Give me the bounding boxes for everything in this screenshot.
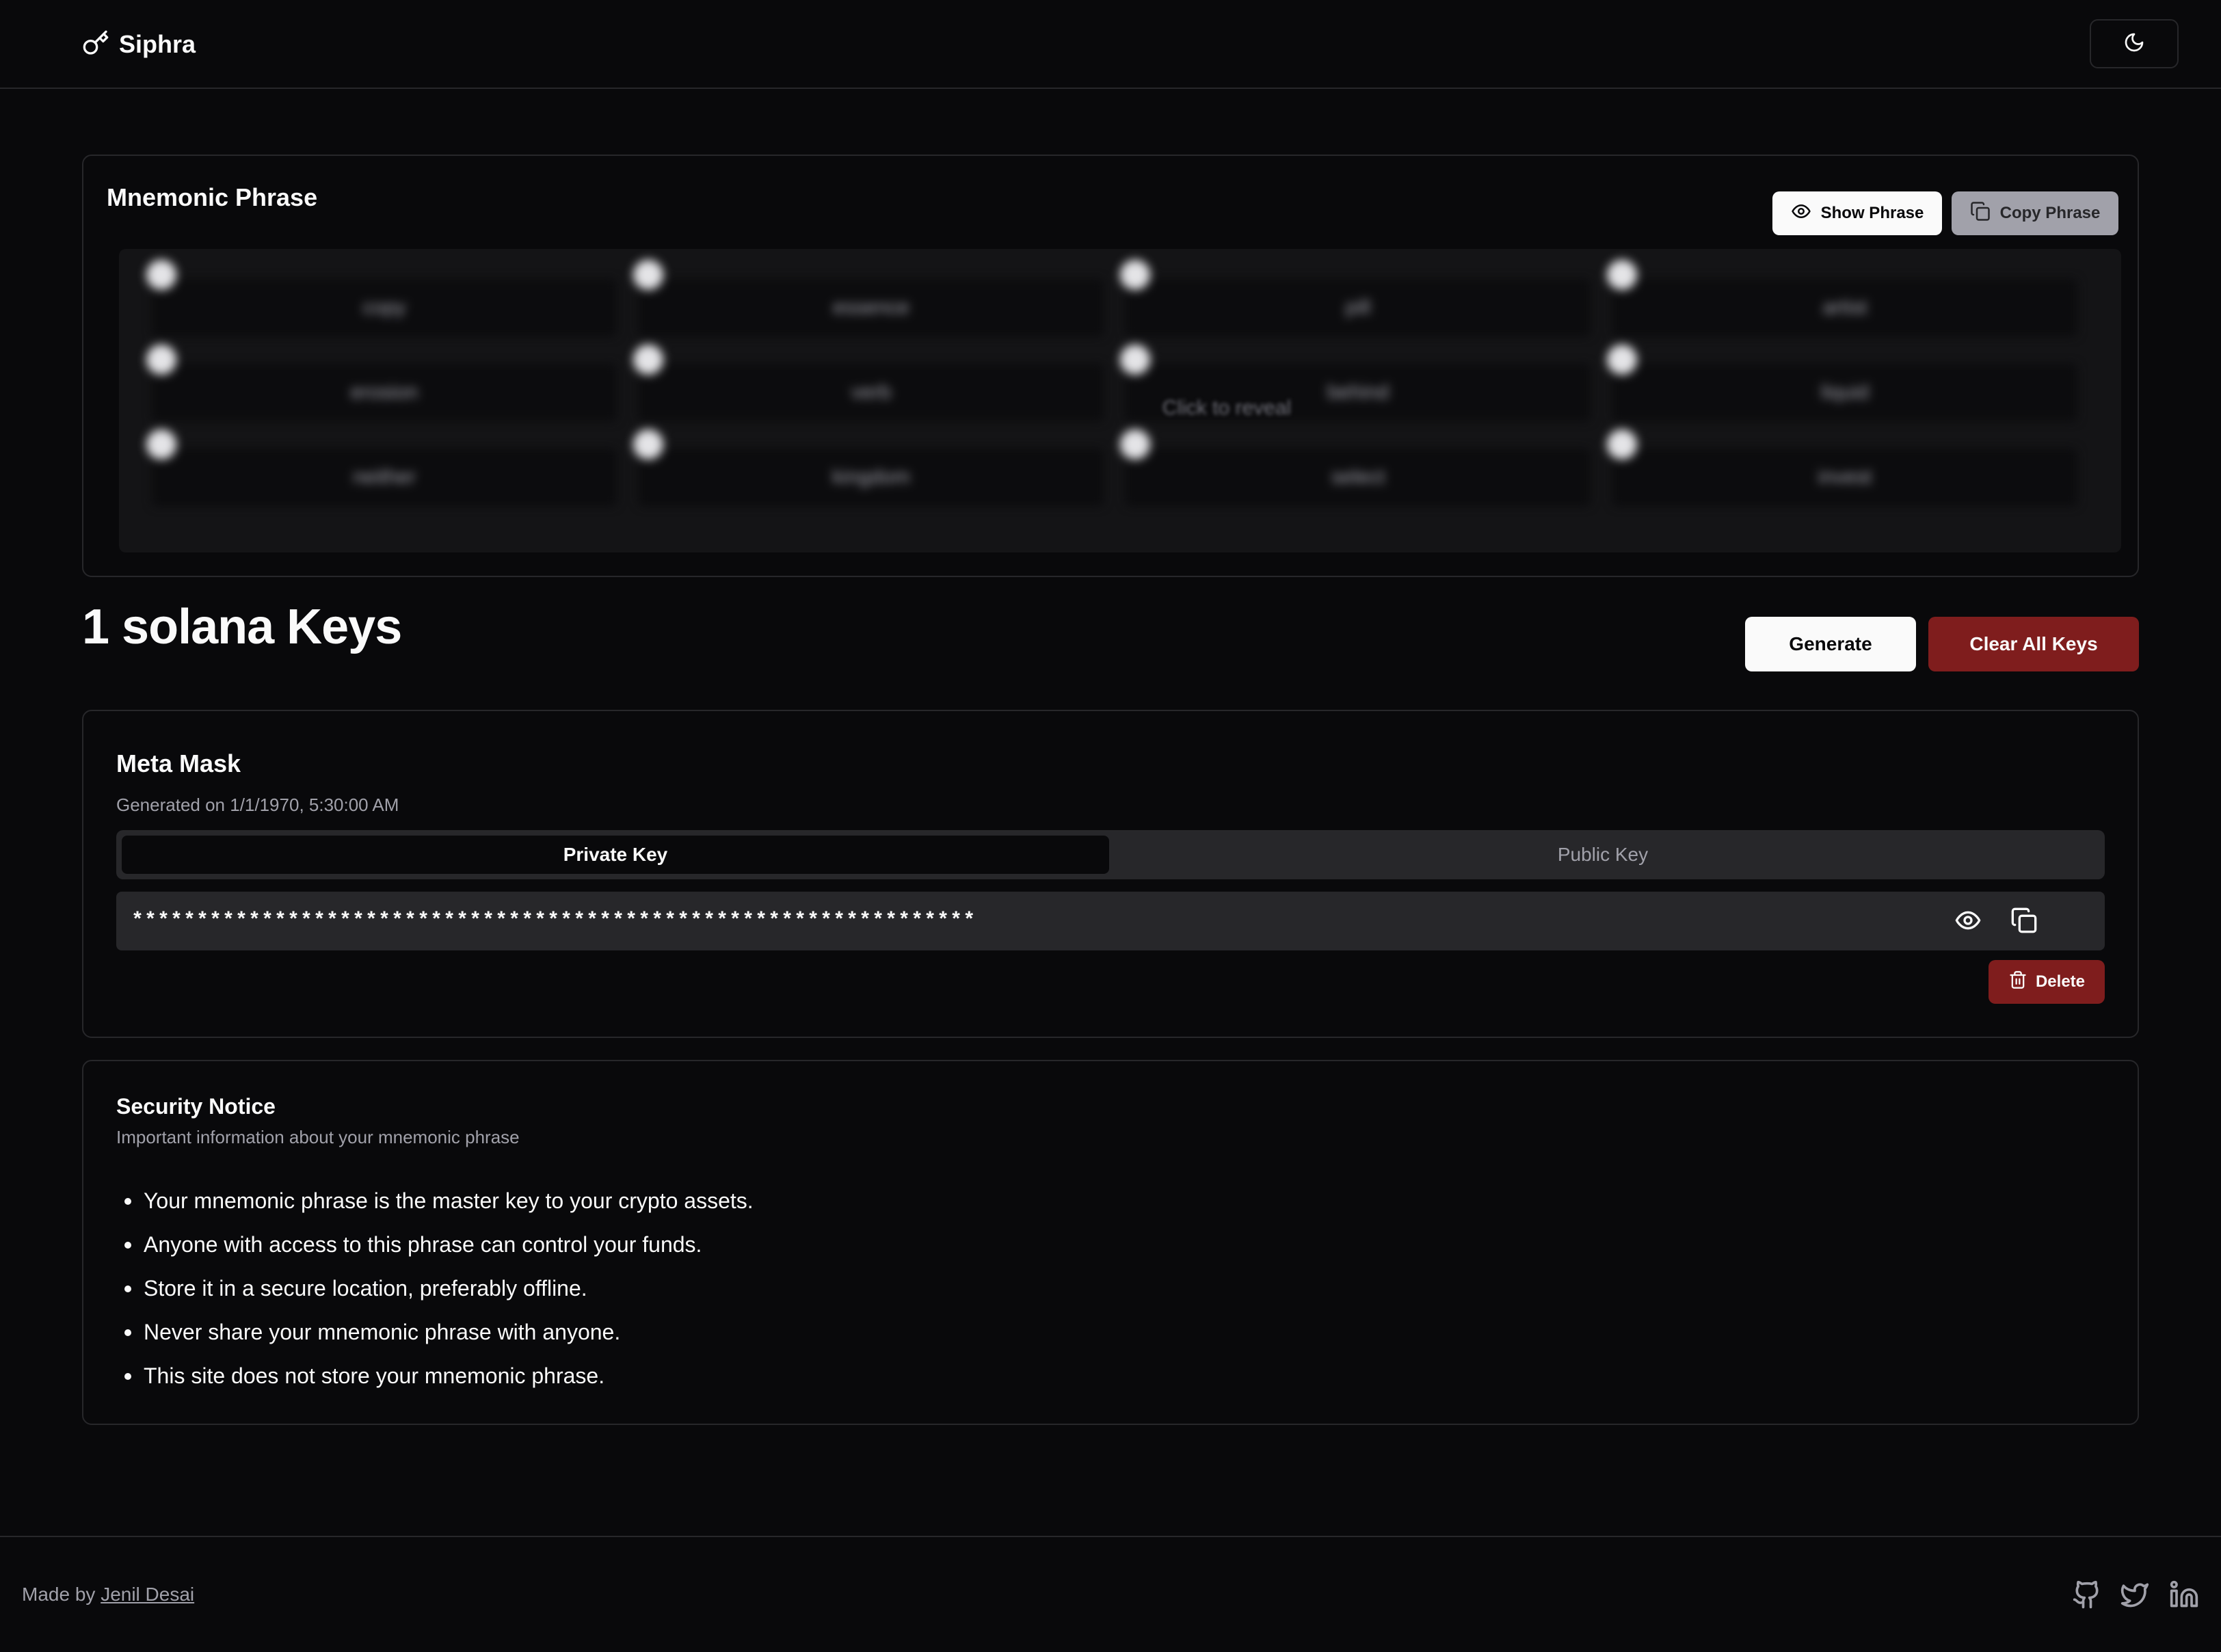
toggle-visibility-button[interactable] bbox=[1954, 907, 1982, 934]
generate-button[interactable]: Generate bbox=[1745, 617, 1916, 671]
phrase-word: copy bbox=[152, 279, 617, 336]
phrase-word-number bbox=[1607, 345, 1637, 375]
notice-subtitle: Important information about your mnemoni… bbox=[116, 1127, 520, 1147]
top-navbar: Siphra bbox=[0, 0, 2221, 89]
twitter-icon[interactable] bbox=[2120, 1580, 2150, 1610]
phrase-word: pill bbox=[1126, 279, 1591, 336]
phrase-word-number bbox=[1607, 429, 1637, 459]
notice-title: Security Notice bbox=[116, 1094, 276, 1119]
delete-label: Delete bbox=[2035, 972, 2086, 991]
theme-toggle-button[interactable] bbox=[2090, 19, 2179, 68]
linkedin-icon[interactable] bbox=[2169, 1580, 2199, 1610]
phrase-word: artist bbox=[1612, 279, 2077, 336]
eye-icon bbox=[1791, 201, 1811, 226]
list-item: Store it in a secure location, preferabl… bbox=[116, 1266, 754, 1310]
footer: Made by Jenil Desai bbox=[0, 1536, 2221, 1652]
copy-icon bbox=[2010, 907, 2038, 937]
wallet-name: Meta Mask bbox=[116, 749, 241, 777]
copy-phrase-label: Copy Phrase bbox=[1999, 204, 2101, 222]
phrase-word: liquid bbox=[1612, 364, 2077, 421]
show-phrase-label: Show Phrase bbox=[1820, 204, 1924, 222]
notice-list: Your mnemonic phrase is the master key t… bbox=[116, 1179, 754, 1398]
phrase-word-number bbox=[1120, 345, 1150, 375]
list-item: This site does not store your mnemonic p… bbox=[116, 1354, 754, 1398]
security-notice-card: Security Notice Important information ab… bbox=[82, 1060, 2139, 1425]
app-page: Siphra Mnemonic Phrase Show Phrase Copy … bbox=[0, 0, 2221, 1652]
delete-wallet-button[interactable]: Delete bbox=[1989, 960, 2105, 1004]
tab-private-key[interactable]: Private Key bbox=[122, 836, 1109, 874]
phrase-word-number bbox=[633, 260, 663, 290]
eye-icon bbox=[1954, 911, 1982, 937]
key-tabs: Private Key Public Key bbox=[116, 830, 2105, 879]
github-icon[interactable] bbox=[2072, 1580, 2102, 1610]
copy-icon bbox=[1970, 201, 1991, 226]
brand[interactable]: Siphra bbox=[82, 27, 196, 62]
mnemonic-title: Mnemonic Phrase bbox=[107, 183, 318, 211]
mnemonic-card: Mnemonic Phrase Show Phrase Copy Phrase … bbox=[82, 155, 2139, 577]
phrase-word-number bbox=[146, 260, 176, 290]
phrase-word-number bbox=[146, 429, 176, 459]
made-by-text: Made by bbox=[22, 1584, 96, 1605]
list-item: Anyone with access to this phrase can co… bbox=[116, 1223, 754, 1266]
author-link[interactable]: Jenil Desai bbox=[101, 1584, 194, 1605]
moon-icon bbox=[2123, 31, 2145, 57]
phrase-word: erosion bbox=[152, 364, 617, 421]
phrase-word-number bbox=[1120, 429, 1150, 459]
footer-credit: Made by Jenil Desai bbox=[22, 1584, 194, 1606]
brand-name: Siphra bbox=[119, 30, 196, 58]
phrase-word-number bbox=[1607, 260, 1637, 290]
tab-public-key[interactable]: Public Key bbox=[1109, 836, 2097, 874]
phrase-reveal-area[interactable]: copy essence pill artist erosion verb behind li… bbox=[119, 249, 2121, 552]
private-key-value: ****************************************… bbox=[131, 909, 976, 933]
phrase-word-number bbox=[633, 429, 663, 459]
phrase-word-number bbox=[146, 345, 176, 375]
list-item: Your mnemonic phrase is the master key t… bbox=[116, 1179, 754, 1223]
list-item: Never share your mnemonic phrase with an… bbox=[116, 1310, 754, 1354]
phrase-word: invest bbox=[1612, 449, 2077, 506]
keys-title: 1 solana Keys bbox=[82, 600, 402, 654]
copy-key-button[interactable] bbox=[2010, 907, 2038, 934]
phrase-word: kingdom bbox=[639, 449, 1104, 506]
reveal-hint: Click to reveal bbox=[1162, 397, 1292, 419]
wallet-generated-date: Generated on 1/1/1970, 5:30:00 AM bbox=[116, 795, 399, 815]
trash-icon bbox=[2008, 970, 2027, 994]
phrase-word: select bbox=[1126, 449, 1591, 506]
phrase-word-number bbox=[1120, 260, 1150, 290]
phrase-word: essence bbox=[639, 279, 1104, 336]
phrase-word-number bbox=[633, 345, 663, 375]
phrase-word: verb bbox=[639, 364, 1104, 421]
key-icon bbox=[82, 29, 109, 60]
private-key-field: ****************************************… bbox=[116, 892, 2105, 950]
copy-phrase-button[interactable]: Copy Phrase bbox=[1952, 191, 2118, 235]
clear-all-keys-button[interactable]: Clear All Keys bbox=[1928, 617, 2139, 671]
wallet-card: Meta Mask Generated on 1/1/1970, 5:30:00… bbox=[82, 710, 2139, 1038]
phrase-word: neither bbox=[152, 449, 617, 506]
show-phrase-button[interactable]: Show Phrase bbox=[1772, 191, 1942, 235]
